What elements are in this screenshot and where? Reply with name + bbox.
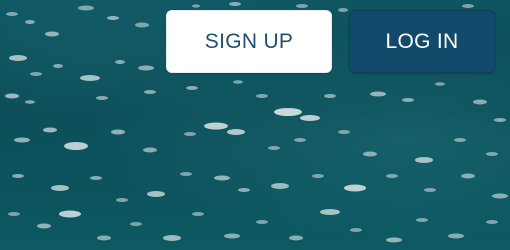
sign-up-button[interactable]: SIGN UP [166,10,332,73]
log-in-button[interactable]: LOG IN [349,10,495,73]
